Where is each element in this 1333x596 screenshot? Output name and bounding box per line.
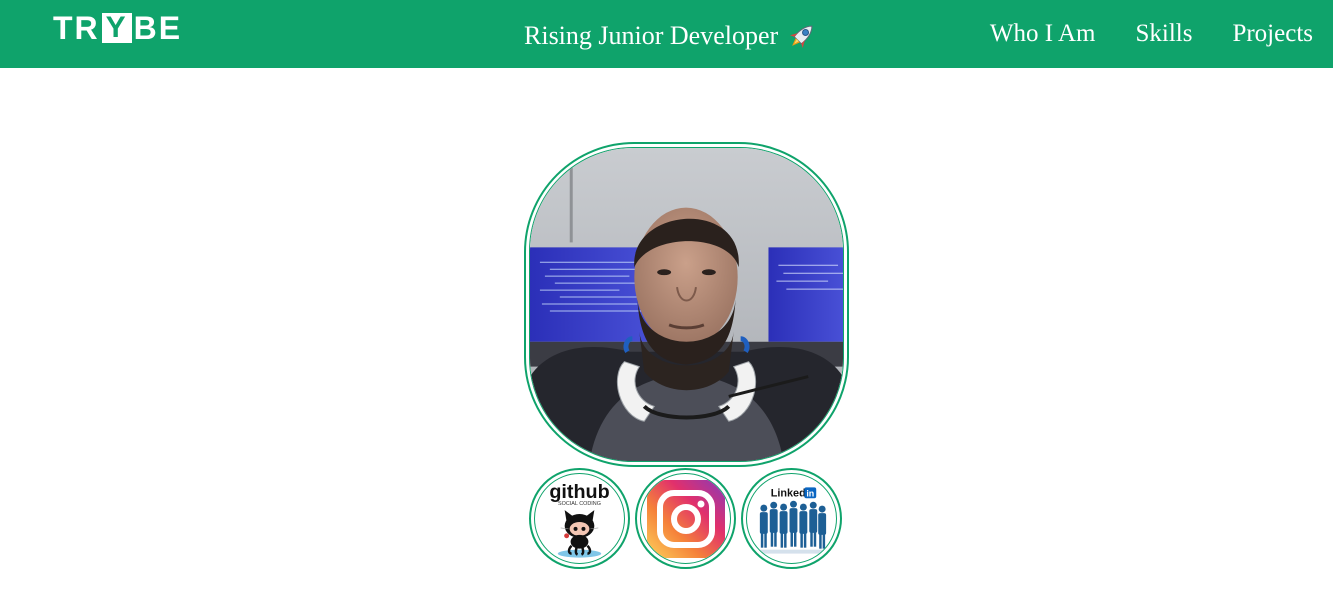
instagram-link[interactable] (635, 468, 736, 569)
nav-link-skills[interactable]: Skills (1135, 20, 1192, 48)
page-headline: Rising Junior Developer (524, 18, 818, 54)
trybe-logo[interactable]: TRYBE TRYBE (53, 10, 182, 46)
github-icon: github SOCIAL CODING (534, 473, 625, 564)
instagram-icon (640, 473, 731, 564)
logo-text-part-1: TR (53, 10, 100, 46)
headline-text: Rising Junior Developer (524, 21, 779, 50)
linkedin-link[interactable]: Linked in (741, 468, 842, 569)
logo-y-box: Y (101, 13, 132, 43)
github-logo-text: github (549, 481, 609, 503)
logo-text-part-2: BE (133, 10, 183, 46)
linkedin-logo-badge: in (806, 488, 814, 498)
linkedin-icon: Linked in (746, 473, 837, 564)
main-nav: Who I Am Skills Projects (990, 16, 1313, 52)
profile-photo-frame (524, 142, 849, 467)
top-navbar: TRYBE TRYBE Rising Junior Developer Who … (0, 0, 1333, 68)
linkedin-logo-text: Linked (771, 487, 806, 499)
social-links: github SOCIAL CODING Linked in (529, 468, 842, 570)
profile-photo (529, 147, 844, 462)
rocket-icon (786, 20, 818, 52)
nav-link-who-i-am[interactable]: Who I Am (990, 20, 1096, 48)
github-tagline: SOCIAL CODING (558, 501, 601, 507)
github-link[interactable]: github SOCIAL CODING (529, 468, 630, 569)
nav-link-projects[interactable]: Projects (1232, 20, 1313, 48)
